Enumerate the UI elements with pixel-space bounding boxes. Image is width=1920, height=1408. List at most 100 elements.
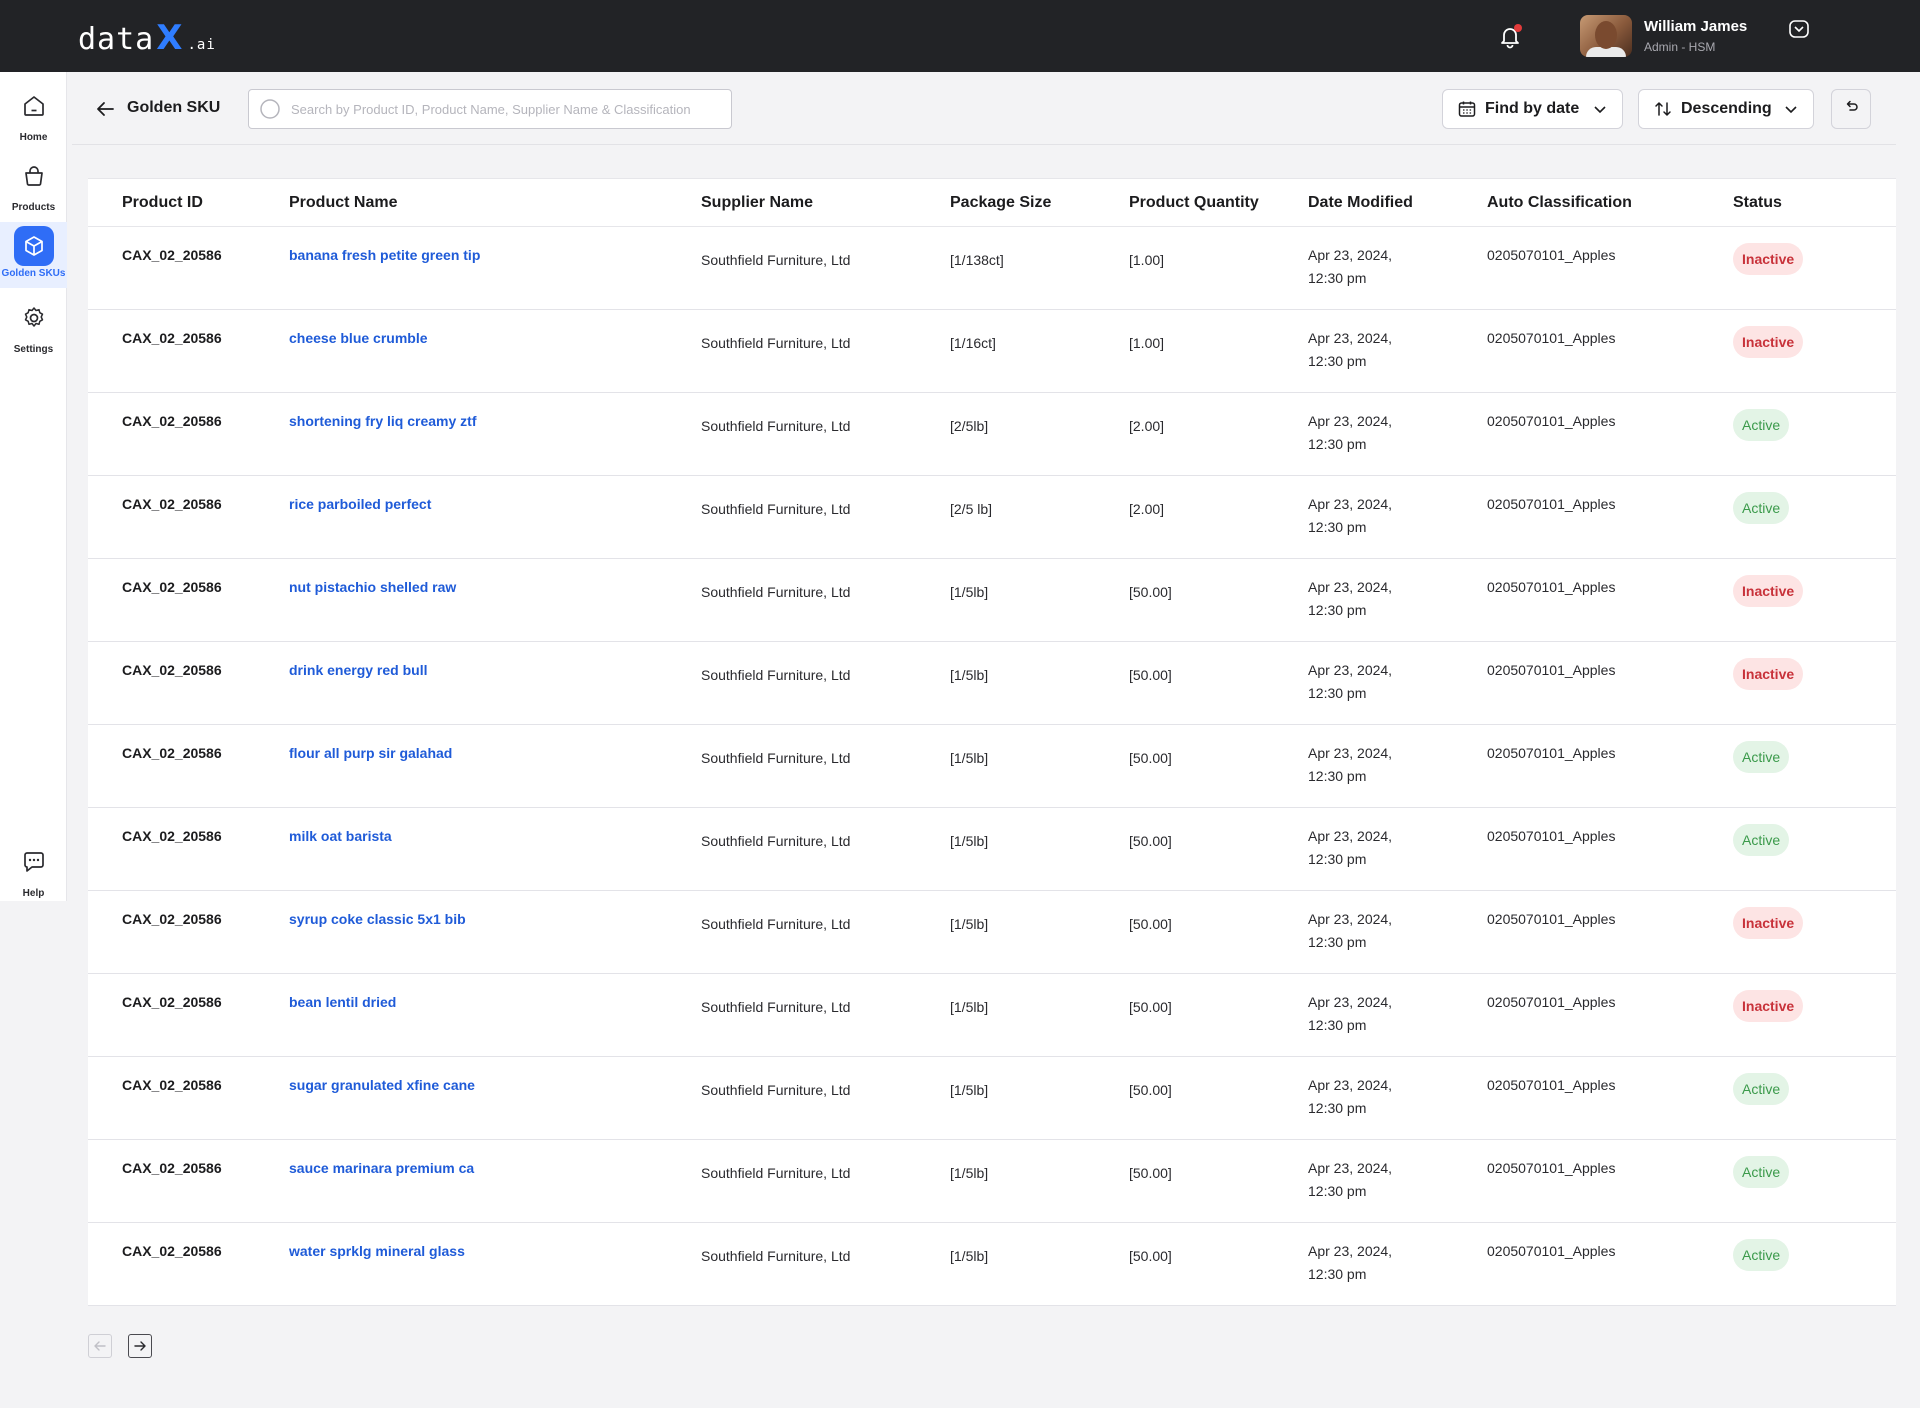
table-row[interactable]: CAX_02_20586 sugar granulated xfine cane S… [88, 1057, 1896, 1140]
date-modified-time: 12:30 pm [1308, 851, 1367, 867]
date-modified-date: Apr 23, 2024, [1308, 745, 1393, 761]
undo-icon [1843, 99, 1859, 120]
product-name-link[interactable]: nut pistachio shelled raw [255, 559, 667, 642]
table-row[interactable]: CAX_02_20586 bean lentil dried Southfield … [88, 974, 1896, 1057]
cube-icon [13, 226, 54, 266]
auto-classification: 0205070101_Apples [1487, 496, 1616, 512]
column-header-supplier-name[interactable]: Supplier Name [667, 178, 916, 227]
supplier-name: Southfield Furniture, Ltd [701, 999, 851, 1015]
package-size: [1/5lb] [950, 1248, 989, 1264]
date-modified-time: 12:30 pm [1308, 1100, 1367, 1116]
product-id: CAX_02_20586 [122, 579, 222, 595]
product-name-link[interactable]: sauce marinara premium ca [255, 1140, 667, 1223]
sidebar-item-golden-skus[interactable]: Golden SKUs [0, 222, 67, 288]
table-row[interactable]: CAX_02_20586 drink energy red bull Southfi… [88, 642, 1896, 725]
supplier-name: Southfield Furniture, Ltd [701, 750, 851, 766]
app-logo[interactable]: data X .ai [78, 18, 216, 58]
search-box[interactable] [248, 89, 732, 129]
column-header-status[interactable]: Status [1699, 178, 1896, 227]
status-cell: Active [1699, 725, 1896, 808]
product-name-link[interactable]: drink energy red bull [255, 642, 667, 725]
sidebar-item-help[interactable]: Help [0, 842, 67, 899]
notification-bell-icon[interactable] [1496, 22, 1524, 50]
product-name-link[interactable]: flour all purp sir galahad [255, 725, 667, 808]
product-id: CAX_02_20586 [122, 911, 222, 927]
product-name-link[interactable]: rice parboiled perfect [255, 476, 667, 559]
column-header-date-modified[interactable]: Date Modified [1274, 178, 1453, 227]
status-cell: Active [1699, 476, 1896, 559]
table-row[interactable]: CAX_02_20586 water sprklg mineral glass So… [88, 1223, 1896, 1306]
column-header-product-id[interactable]: Product ID [88, 178, 255, 227]
table-row[interactable]: CAX_02_20586 syrup coke classic 5x1 bib So… [88, 891, 1896, 974]
date-modified: Apr 23, 2024, 12:30 pm [1274, 1223, 1453, 1306]
table-row[interactable]: CAX_02_20586 banana fresh petite green ti… [88, 227, 1896, 310]
package-size: [2/5 lb] [950, 501, 993, 517]
sidebar-item-home[interactable]: Home [0, 86, 67, 143]
sidebar-item-products[interactable]: Products [0, 156, 67, 213]
product-name-link[interactable]: milk oat barista [255, 808, 667, 891]
product-name-link[interactable]: banana fresh petite green tip [255, 227, 667, 310]
package-size: [1/5lb] [950, 999, 989, 1015]
date-modified-time: 12:30 pm [1308, 685, 1367, 701]
supplier-name: Southfield Furniture, Ltd [701, 916, 851, 932]
gear-icon [14, 298, 54, 338]
product-quantity: [50.00] [1129, 916, 1172, 932]
reset-button[interactable] [1831, 89, 1871, 129]
home-icon [14, 86, 54, 126]
date-modified: Apr 23, 2024, 12:30 pm [1274, 891, 1453, 974]
product-quantity: [50.00] [1129, 999, 1172, 1015]
sort-order-dropdown[interactable]: Descending [1638, 89, 1814, 129]
table-row[interactable]: CAX_02_20586 rice parboiled perfect Southf… [88, 476, 1896, 559]
product-name-link[interactable]: bean lentil dried [255, 974, 667, 1057]
previous-page-button[interactable] [88, 1334, 112, 1358]
table-row[interactable]: CAX_02_20586 nut pistachio shelled raw Sou… [88, 559, 1896, 642]
supplier-name: Southfield Furniture, Ltd [701, 1082, 851, 1098]
product-quantity: [1.00] [1129, 335, 1165, 351]
product-id: CAX_02_20586 [122, 330, 222, 346]
product-name-link[interactable]: cheese blue crumble [255, 310, 667, 393]
column-header-product-name[interactable]: Product Name [255, 178, 667, 227]
column-header-auto-classification[interactable]: Auto Classification [1453, 178, 1699, 227]
date-modified-time: 12:30 pm [1308, 1266, 1367, 1282]
date-modified-time: 12:30 pm [1308, 270, 1367, 286]
avatar[interactable] [1580, 15, 1632, 57]
chevron-down-icon [1783, 101, 1799, 117]
product-name-link[interactable]: shortening fry liq creamy ztf [255, 393, 667, 476]
product-quantity: [50.00] [1129, 750, 1172, 766]
auto-classification: 0205070101_Apples [1487, 1077, 1616, 1093]
status-badge: Inactive [1733, 243, 1804, 275]
table-row[interactable]: CAX_02_20586 milk oat barista Southfield F… [88, 808, 1896, 891]
product-name-link[interactable]: sugar granulated xfine cane [255, 1057, 667, 1140]
date-modified-time: 12:30 pm [1308, 519, 1367, 535]
package-size: [1/5lb] [950, 667, 989, 683]
next-page-button[interactable] [128, 1334, 152, 1358]
back-arrow-icon[interactable] [94, 98, 116, 120]
status-badge: Active [1733, 1156, 1790, 1188]
table-row[interactable]: CAX_02_20586 cheese blue crumble Southfiel… [88, 310, 1896, 393]
date-modified-date: Apr 23, 2024, [1308, 994, 1393, 1010]
status-cell: Inactive [1699, 974, 1896, 1057]
sidebar-item-settings[interactable]: Settings [0, 298, 67, 355]
table-row[interactable]: CAX_02_20586 flour all purp sir galahad So… [88, 725, 1896, 808]
search-input[interactable] [291, 101, 721, 117]
product-name-link[interactable]: water sprklg mineral glass [255, 1223, 667, 1306]
auto-classification: 0205070101_Apples [1487, 413, 1616, 429]
table-row[interactable]: CAX_02_20586 sauce marinara premium ca Sou… [88, 1140, 1896, 1223]
sort-order-label: Descending [1681, 100, 1772, 117]
supplier-name: Southfield Furniture, Ltd [701, 667, 851, 683]
user-menu-chevron-icon[interactable] [1788, 18, 1810, 40]
find-by-date-dropdown[interactable]: Find by date [1442, 89, 1623, 129]
product-id: CAX_02_20586 [122, 994, 222, 1010]
package-size: [1/5lb] [950, 916, 989, 932]
column-header-package-size[interactable]: Package Size [916, 178, 1095, 227]
table-row[interactable]: CAX_02_20586 shortening fry liq creamy zt… [88, 393, 1896, 476]
status-badge: Inactive [1733, 658, 1804, 690]
date-modified: Apr 23, 2024, 12:30 pm [1274, 1057, 1453, 1140]
package-size: [1/5lb] [950, 750, 989, 766]
column-header-product-quantity[interactable]: Product Quantity [1095, 178, 1274, 227]
product-quantity: [2.00] [1129, 418, 1165, 434]
product-name-link[interactable]: syrup coke classic 5x1 bib [255, 891, 667, 974]
status-badge: Inactive [1733, 326, 1804, 358]
auto-classification: 0205070101_Apples [1487, 662, 1616, 678]
supplier-name: Southfield Furniture, Ltd [701, 1165, 851, 1181]
